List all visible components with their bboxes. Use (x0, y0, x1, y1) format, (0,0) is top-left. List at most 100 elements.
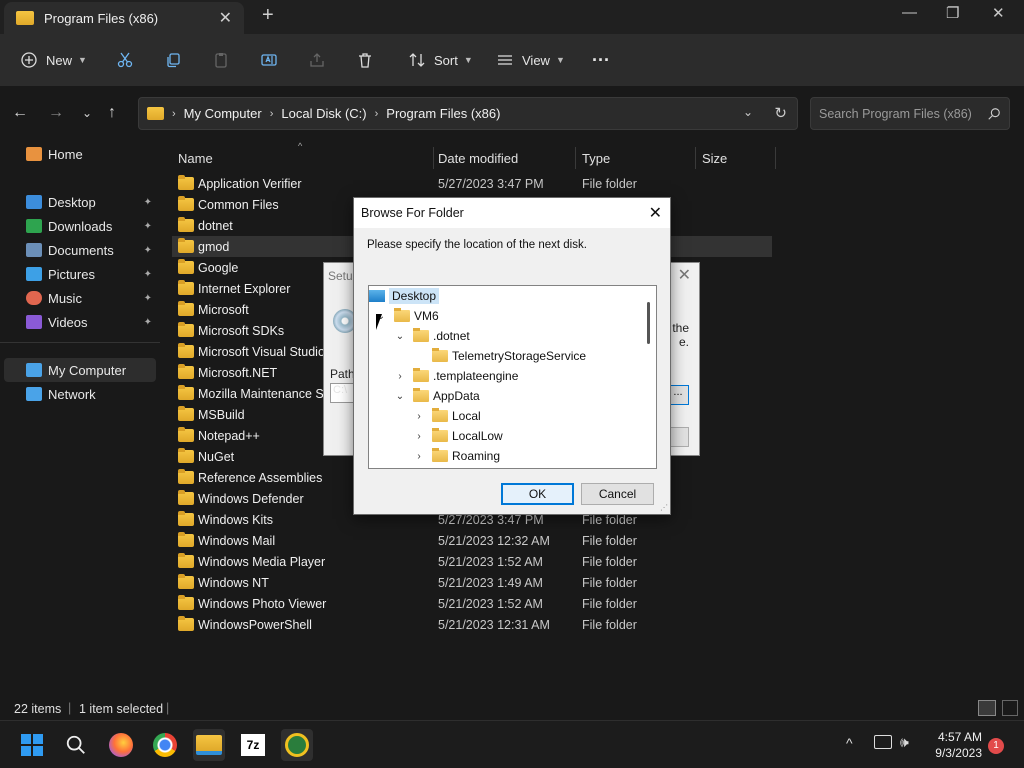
address-bar[interactable]: › My Computer › Local Disk (C:) › Progra… (138, 97, 798, 130)
table-row[interactable]: Windows Mail 5/21/2023 12:32 AM File folde… (172, 530, 772, 551)
system-clock[interactable]: 4:57 AM 9/3/2023 (935, 729, 982, 761)
file-name: Google (198, 260, 239, 275)
sidebar-item-videos[interactable]: Videos ✦ (4, 310, 156, 334)
breadcrumb-my-computer[interactable]: My Computer (184, 106, 262, 121)
close-tab-icon[interactable]: ✕ (219, 8, 232, 28)
search-button[interactable] (60, 729, 92, 761)
tree-node[interactable]: › LocalLow (413, 426, 503, 446)
column-header-name[interactable]: Name ^ (168, 141, 434, 169)
breadcrumb-local-disk[interactable]: Local Disk (C:) (281, 106, 366, 121)
file-date: 5/21/2023 12:32 AM (438, 533, 550, 548)
sidebar-item-documents[interactable]: Documents ✦ (4, 238, 156, 262)
tree-node[interactable]: › Roaming (413, 446, 500, 466)
tree-node[interactable]: ⌄ AppData (394, 386, 480, 406)
cut-button[interactable] (116, 48, 134, 72)
breadcrumb-program-files[interactable]: Program Files (x86) (386, 106, 500, 121)
more-options-button[interactable]: ··· (592, 48, 610, 72)
taskbar-firefox[interactable] (105, 729, 137, 761)
expand-toggle-icon[interactable]: › (413, 411, 425, 422)
tree-node[interactable]: ⌄ .dotnet (394, 326, 470, 346)
start-button[interactable] (16, 729, 48, 761)
expand-toggle-icon[interactable]: › (394, 371, 406, 382)
copy-button[interactable] (164, 48, 182, 72)
taskbar: 7z ^ 🕪 4:57 AM 9/3/2023 1 (0, 720, 1024, 768)
tree-node[interactable]: ⌄ VM6 (375, 306, 439, 326)
new-tab-button[interactable]: + (262, 4, 274, 27)
share-button[interactable] (308, 48, 326, 72)
file-date: 5/21/2023 1:52 AM (438, 554, 543, 569)
sidebar-item-my-computer[interactable]: My Computer (4, 358, 156, 382)
sidebar-item-home[interactable]: Home (4, 142, 156, 166)
expand-toggle-icon[interactable]: › (413, 431, 425, 442)
resize-grip-icon[interactable]: ⋰ (660, 503, 668, 512)
notification-badge[interactable]: 1 (988, 738, 1004, 754)
expand-toggle-icon[interactable]: ⌄ (394, 391, 406, 402)
search-input[interactable] (819, 106, 989, 121)
taskbar-chrome[interactable] (149, 729, 181, 761)
search-box[interactable] (810, 97, 1010, 130)
column-header-type[interactable]: Type (572, 147, 696, 169)
folder-tree[interactable]: Desktop ⌄ VM6 ⌄ .dotnet TelemetryStorageServi… (368, 285, 657, 469)
volume-icon[interactable]: 🕪 (900, 734, 909, 751)
expand-toggle-icon[interactable]: › (413, 451, 425, 462)
cancel-button[interactable]: Cancel (581, 483, 654, 505)
expand-toggle-icon[interactable]: ⌄ (394, 331, 406, 342)
show-hidden-icons-chevron[interactable]: ^ (846, 735, 853, 751)
sidebar-item-pictures[interactable]: Pictures ✦ (4, 262, 156, 286)
sidebar-item-label: Pictures (48, 266, 95, 282)
sidebar-item-label: Videos (48, 314, 88, 330)
sidebar-item-downloads[interactable]: Downloads ✦ (4, 214, 156, 238)
tree-node-label: AppData (433, 389, 480, 403)
paste-button[interactable] (212, 48, 230, 72)
column-header-size[interactable]: Size (692, 147, 776, 169)
refresh-icon[interactable]: ↻ (774, 104, 787, 122)
chevron-down-icon: ▼ (555, 55, 565, 65)
tree-node-label: TelemetryStorageService (452, 349, 587, 363)
sidebar-item-desktop[interactable]: Desktop ✦ (4, 190, 156, 214)
taskbar-7zip[interactable]: 7z (237, 729, 269, 761)
table-row[interactable]: Windows Photo Viewer 5/21/2023 1:52 AM Fil… (172, 593, 772, 614)
maximize-button[interactable]: ❐ (946, 4, 959, 22)
view-button[interactable]: View ▼ (496, 48, 565, 72)
new-button[interactable]: New ▼ (20, 48, 87, 72)
table-row[interactable]: Windows Media Player 5/21/2023 1:52 AM Fil… (172, 551, 772, 572)
ok-button[interactable]: OK (501, 483, 574, 505)
close-icon[interactable]: ✕ (678, 265, 691, 285)
network-icon[interactable] (874, 735, 892, 749)
breadcrumb-separator-icon: › (374, 107, 379, 120)
pin-icon: ✦ (143, 220, 152, 232)
tiles-view-icon[interactable] (1002, 700, 1018, 716)
recent-locations-chevron-icon[interactable]: ⌄ (82, 106, 92, 120)
minimize-button[interactable]: — (902, 4, 917, 21)
address-history-chevron-icon[interactable]: ⌄ (743, 105, 753, 119)
column-header-date[interactable]: Date modified (428, 147, 576, 169)
delete-button[interactable] (356, 48, 374, 72)
sort-button[interactable]: Sort ▼ (408, 48, 473, 72)
tree-node[interactable]: › .templateengine (394, 366, 518, 386)
taskbar-setup-app[interactable] (281, 729, 313, 761)
taskbar-file-explorer[interactable] (193, 729, 225, 761)
rename-button[interactable] (260, 48, 278, 72)
sidebar-item-network[interactable]: Network (4, 382, 156, 406)
tree-node[interactable]: TelemetryStorageService (413, 346, 586, 366)
tree-scrollbar[interactable] (640, 286, 656, 468)
tree-node[interactable]: › Local (413, 406, 481, 426)
up-arrow-icon[interactable]: ↑ (108, 104, 116, 122)
folder-icon (16, 11, 34, 25)
forward-arrow-icon[interactable]: → (48, 104, 64, 122)
details-view-icon[interactable] (978, 700, 996, 716)
tree-node-label: .dotnet (433, 329, 470, 343)
tree-node[interactable]: Desktop (369, 286, 440, 306)
dialog-instruction: Please specify the location of the next … (367, 239, 587, 251)
scrollbar-thumb[interactable] (647, 302, 650, 344)
close-window-button[interactable]: ✕ (992, 4, 1005, 22)
back-arrow-icon[interactable]: ← (12, 104, 28, 122)
table-row[interactable]: Windows NT 5/21/2023 1:49 AM File folder (172, 572, 772, 593)
explorer-tab[interactable]: Program Files (x86) ✕ (4, 2, 244, 34)
file-type: File folder (582, 533, 637, 548)
path-field[interactable]: C:\ (330, 383, 354, 403)
close-icon[interactable]: ✕ (649, 203, 662, 223)
table-row[interactable]: Application Verifier 5/27/2023 3:47 PM Fil… (172, 173, 772, 194)
sidebar-item-music[interactable]: Music ✦ (4, 286, 156, 310)
table-row[interactable]: WindowsPowerShell 5/21/2023 12:31 AM File … (172, 614, 772, 635)
